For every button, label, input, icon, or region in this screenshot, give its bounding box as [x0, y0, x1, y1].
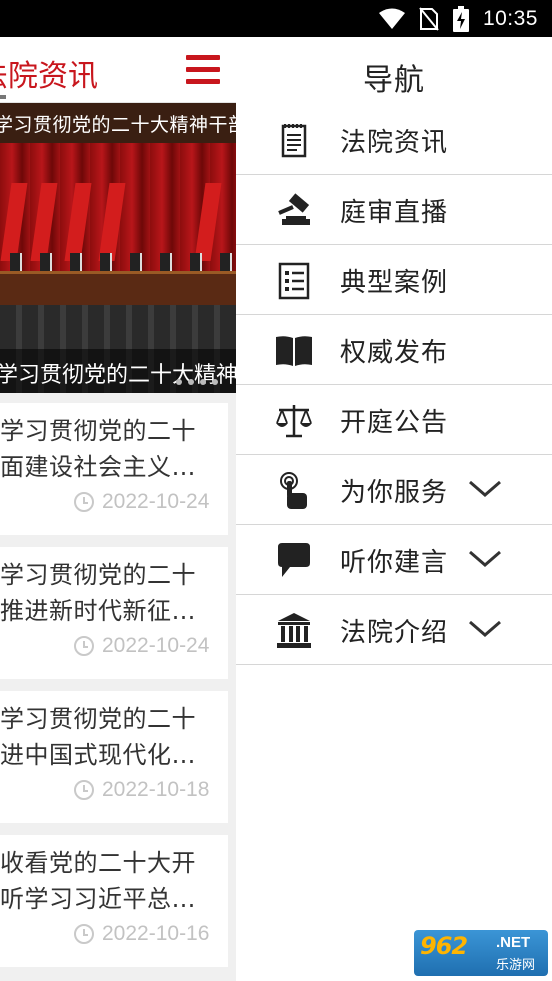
news-title-line1: 学习贯彻党的二十 [0, 561, 196, 589]
news-card[interactable]: 学习贯彻党的二十 推进新时代新征… 2022-10-24 [0, 547, 228, 679]
news-title-line1: 学习贯彻党的二十 [0, 705, 196, 733]
scales-icon [276, 405, 312, 438]
open-book-icon [276, 336, 312, 366]
clock-icon [74, 924, 94, 944]
nav-item-label: 权威发布 [340, 338, 449, 368]
nav-item-court-news[interactable]: 法院资讯 [236, 105, 552, 175]
nav-item-trial-live[interactable]: 庭审直播 [236, 175, 552, 245]
courthouse-icon [277, 613, 311, 648]
news-title-line1: 学习贯彻党的二十 [0, 417, 196, 445]
nav-item-label: 法院资讯 [340, 128, 449, 158]
banner-carousel[interactable]: 学习贯彻党的二十大精神干部大会 学习贯彻党的二十大精神 … [0, 103, 236, 393]
speech-bubble-icon [278, 543, 310, 577]
watermark-site: 乐游网 [496, 958, 536, 973]
news-card[interactable]: 学习贯彻党的二十 进中国式现代化… 2022-10-18 [0, 691, 228, 823]
news-date: 2022-10-18 [102, 778, 210, 801]
nav-drawer: 导航 法院资讯 庭审直播 典型案例 权威发布 开庭公告 为你服务 听你建言 法院… [236, 37, 552, 981]
news-date: 2022-10-24 [102, 490, 210, 513]
clock-icon [74, 492, 94, 512]
chevron-down-icon[interactable] [468, 479, 502, 499]
newspaper-icon [281, 124, 307, 158]
wifi-icon [378, 8, 405, 29]
status-time: 10:35 [482, 6, 538, 30]
chevron-down-icon[interactable] [468, 619, 502, 639]
nav-item-typical-cases[interactable]: 典型案例 [236, 245, 552, 315]
tab-indicator [0, 95, 6, 99]
site-watermark: 962 .NET 乐游网 [414, 930, 548, 976]
news-card[interactable]: 收看党的二十大开 听学习习近平总… 2022-10-16 [0, 835, 228, 967]
news-date-row: 2022-10-16 [74, 922, 209, 946]
news-title-line2: 进中国式现代化… [0, 741, 196, 769]
touch-hand-icon [280, 472, 307, 509]
gavel-icon [278, 193, 310, 225]
news-date-row: 2022-10-24 [74, 490, 209, 514]
news-date: 2022-10-24 [102, 634, 210, 657]
news-title-line2: 推进新时代新征… [0, 597, 196, 625]
watermark-net: .NET [496, 934, 531, 951]
nav-item-hearing-notice[interactable]: 开庭公告 [236, 385, 552, 455]
nav-item-label: 听你建言 [340, 548, 449, 578]
nav-item-label: 为你服务 [340, 478, 449, 508]
status-bar: 10:35 [0, 0, 552, 37]
page-title: 法院资讯 [0, 59, 98, 94]
news-title-line1: 收看党的二十大开 [0, 849, 196, 877]
news-title-line2: 面建设社会主义… [0, 453, 196, 481]
news-page: 法院资讯 学习贯彻党的二十大精神干部大会 学习贯彻党的二十大精神 … [0, 37, 236, 981]
clock-icon [74, 636, 94, 656]
menu-button[interactable] [186, 55, 224, 87]
nav-item-official-release[interactable]: 权威发布 [236, 315, 552, 385]
news-title-line2: 听学习习近平总… [0, 885, 196, 913]
nav-item-court-intro[interactable]: 法院介绍 [236, 595, 552, 665]
nav-item-label: 开庭公告 [340, 408, 449, 438]
news-date-row: 2022-10-24 [74, 634, 209, 658]
page-header: 法院资讯 [0, 37, 236, 103]
clock-icon [74, 780, 94, 800]
news-date: 2022-10-16 [102, 922, 210, 945]
nav-item-label: 法院介绍 [340, 618, 449, 648]
nav-item-label: 典型案例 [340, 268, 449, 298]
list-document-icon [278, 262, 310, 300]
banner-heading: 学习贯彻党的二十大精神干部大会 [0, 114, 236, 136]
stage-people [0, 253, 236, 273]
stage-front [0, 271, 236, 305]
hamburger-icon-bar [186, 55, 220, 60]
news-date-row: 2022-10-18 [74, 778, 209, 802]
nav-item-suggestions[interactable]: 听你建言 [236, 525, 552, 595]
nav-item-label: 庭审直播 [340, 198, 449, 228]
no-sim-icon [419, 6, 439, 31]
drawer-title: 导航 [363, 63, 425, 98]
news-card[interactable]: 学习贯彻党的二十 面建设社会主义… 2022-10-24 [0, 403, 228, 535]
hamburger-icon-bar [186, 67, 220, 72]
watermark-number: 962 [420, 932, 468, 960]
app-screen: 10:35 法院资讯 学习贯彻党的二十大精神干部大会 学习贯彻 [0, 0, 552, 981]
carousel-dots [176, 379, 218, 385]
nav-item-service[interactable]: 为你服务 [236, 455, 552, 525]
hamburger-icon-bar [186, 79, 220, 84]
chevron-down-icon[interactable] [468, 549, 502, 569]
battery-charging-icon [452, 5, 469, 32]
